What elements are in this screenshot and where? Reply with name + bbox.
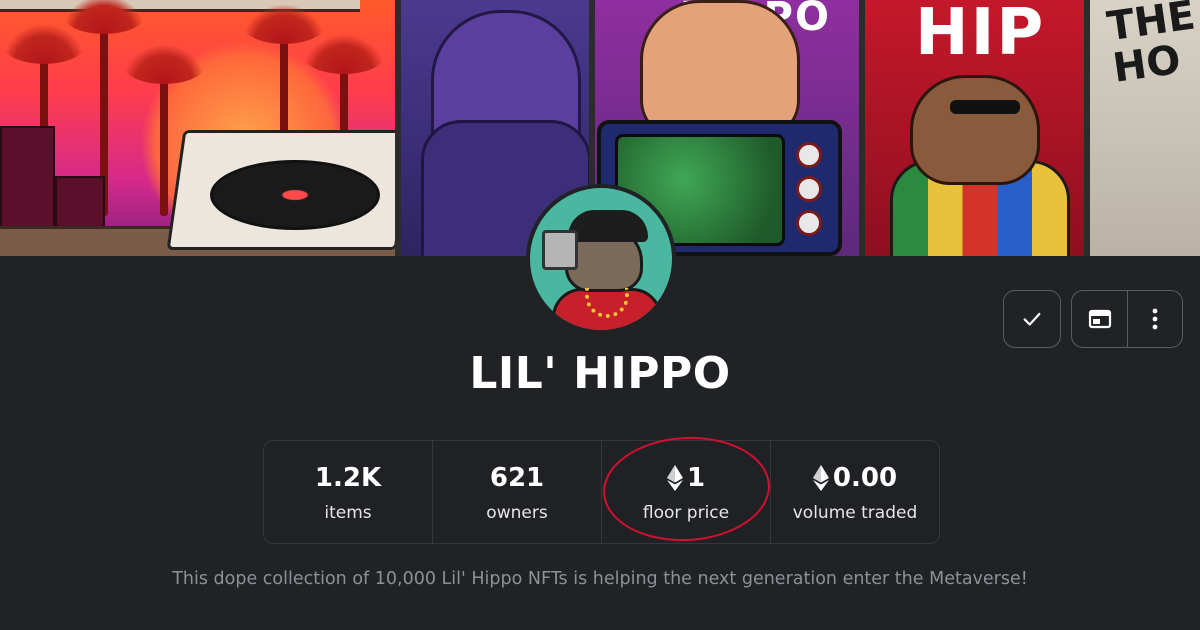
stat-floor-price-value: 1 xyxy=(686,463,706,493)
stat-floor-price-label: floor price xyxy=(642,503,730,523)
collection-actions xyxy=(1003,290,1183,348)
ethereum-icon xyxy=(666,465,683,491)
collection-stats: 1.2K items 621 owners 1 floor price 0.00 xyxy=(263,440,940,544)
stat-volume-traded-label: volume traded xyxy=(792,503,918,523)
ethereum-icon xyxy=(812,465,829,491)
banner-sunset-panel xyxy=(0,0,395,256)
stat-volume-traded[interactable]: 0.00 volume traded xyxy=(770,441,939,543)
stat-items[interactable]: 1.2K items xyxy=(264,441,432,543)
stat-items-value: 1.2K xyxy=(314,463,382,493)
embed-button[interactable] xyxy=(1072,291,1127,347)
banner-red-panel: HIP xyxy=(865,0,1090,256)
stat-floor-price[interactable]: 1 floor price xyxy=(601,441,770,543)
stat-owners-label: owners xyxy=(486,503,548,523)
stat-owners-value: 621 xyxy=(489,463,545,493)
collection-avatar xyxy=(526,184,676,334)
more-vertical-icon xyxy=(1152,308,1158,330)
banner-hip-text: HIP xyxy=(915,0,1046,70)
embed-icon xyxy=(1088,309,1111,329)
stat-items-label: items xyxy=(324,503,372,523)
action-button-group xyxy=(1071,290,1183,348)
banner-graffiti-panel: THE HO xyxy=(1090,0,1200,256)
collection-title: LIL' HIPPO xyxy=(469,348,731,399)
more-options-button[interactable] xyxy=(1127,291,1182,347)
check-icon xyxy=(1023,312,1041,326)
stat-volume-traded-value: 0.00 xyxy=(832,463,898,493)
banner-graffiti-text: THE HO xyxy=(1104,0,1198,92)
watch-button[interactable] xyxy=(1003,290,1061,348)
stat-owners[interactable]: 621 owners xyxy=(432,441,601,543)
collection-description: This dope collection of 10,000 Lil' Hipp… xyxy=(172,569,1028,589)
